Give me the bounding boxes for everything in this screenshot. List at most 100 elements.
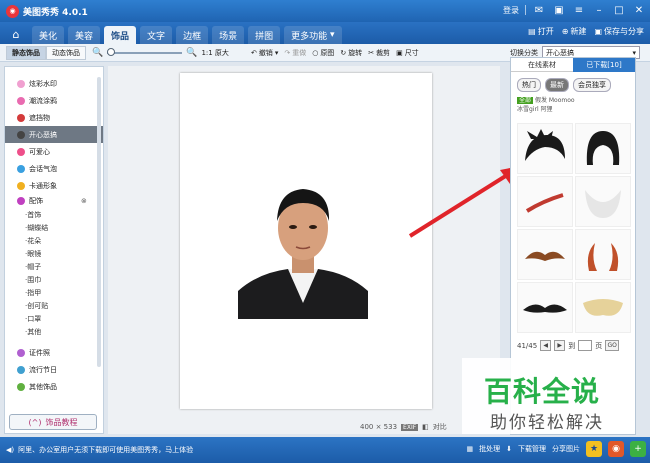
compare-label[interactable]: 对比 (433, 422, 447, 432)
collapse-icon[interactable]: ⊗ (81, 197, 87, 205)
sidebar-item-funny[interactable]: 开心恶搞 (5, 126, 103, 143)
sidebar-subitem[interactable]: · 蝴蝶结 (5, 221, 103, 234)
sidebar-item-other[interactable]: 其他饰品 (5, 378, 103, 395)
tab-collage[interactable]: 拼图 (248, 26, 281, 44)
pill-hot[interactable]: 热门 (517, 78, 541, 92)
sidebar-item-doodle[interactable]: 潮流涂鸦 (5, 92, 103, 109)
material-item[interactable] (575, 176, 631, 227)
size-button[interactable]: ▣ 尺寸 (396, 48, 419, 58)
menu-icon[interactable]: ≡ (572, 3, 586, 17)
next-page-button[interactable]: ▶ (554, 340, 566, 351)
sidebar-item-heart[interactable]: 可爱心 (5, 143, 103, 160)
open-button[interactable]: ▤ 打开 (528, 26, 554, 37)
sidebar-subitem[interactable]: · 创可贴 (5, 299, 103, 312)
save-share-button[interactable]: ▣ 保存与分享 (594, 26, 644, 37)
sidebar-subitem[interactable]: · 花朵 (5, 234, 103, 247)
sidebar-item-id-photo[interactable]: 证件照 (5, 344, 103, 361)
skin-icon[interactable]: ▣ (552, 3, 566, 17)
status-tip[interactable]: 阿里、办公室用户无须下载即可使用美图秀秀，马上体验 (18, 445, 193, 455)
main-nav: ⌂ 美化 美容 饰品 文字 边框 场景 拼图 更多功能 ▾ ▤ 打开 ⊕ 新建 ▣ 保… (0, 22, 650, 44)
material-item[interactable] (517, 229, 573, 280)
sidebar-subitem-label: 围巾 (27, 275, 42, 284)
weibo-icon[interactable]: ◉ (608, 441, 624, 457)
maximize-icon[interactable]: □ (612, 3, 626, 17)
zoom-knob[interactable] (107, 47, 116, 56)
close-icon[interactable]: ✕ (632, 3, 646, 17)
filter-ali[interactable]: 阿狸 (541, 106, 553, 113)
tab-accessories[interactable]: 饰品 (104, 26, 137, 44)
filter-moomoo[interactable]: Moomoo (549, 97, 575, 104)
title-bar: ◉ 美图秀秀 4.0.1 登录 ✉ ▣ ≡ – □ ✕ (0, 0, 650, 22)
login-link[interactable]: 登录 (503, 5, 519, 16)
home-icon[interactable]: ⌂ (4, 24, 28, 44)
material-item[interactable] (517, 282, 573, 333)
chevron-down-icon: ▾ (632, 48, 636, 57)
prev-page-button[interactable]: ◀ (540, 340, 552, 351)
share-button[interactable]: 分享图片 (552, 444, 580, 454)
sidebar-subitem[interactable]: · 首饰 (5, 208, 103, 221)
actual-size-button[interactable]: 1:1 原大 (201, 48, 229, 58)
star-icon[interactable]: ★ (586, 441, 602, 457)
undo-button[interactable]: ↶ 撤销 ▾ (251, 48, 278, 58)
pill-latest[interactable]: 最新 (545, 78, 569, 92)
original-button[interactable]: ○ 原图 (312, 48, 334, 58)
sidebar-item-cartoon[interactable]: 卡通形象 (5, 177, 103, 194)
material-item[interactable] (517, 176, 573, 227)
sidebar-subitem[interactable]: · 帽子 (5, 260, 103, 273)
filter-wig[interactable]: 假发 (535, 97, 547, 104)
image-canvas[interactable] (180, 73, 432, 409)
open-label: 打开 (537, 27, 554, 36)
subtab-dynamic[interactable]: 动态饰品 (46, 45, 86, 60)
filter-all[interactable]: 全部 (517, 97, 534, 104)
filter-snow-girl[interactable]: 冰雪girl (517, 106, 539, 113)
sidebar-label: 卡通形象 (29, 181, 57, 190)
redo-button[interactable]: ↷ 重做 (284, 48, 306, 58)
tutorial-icon: (^) (28, 417, 42, 427)
sidebar-item-festival[interactable]: 流行节日 (5, 361, 103, 378)
sidebar-subitem[interactable]: · 其他 (5, 325, 103, 338)
tab-online-materials[interactable]: 在线素材 (511, 58, 573, 72)
tutorial-button[interactable]: (^) 饰品教程 (9, 414, 97, 430)
sidebar-subitem[interactable]: · 指甲 (5, 286, 103, 299)
material-item[interactable] (575, 229, 631, 280)
go-button[interactable]: GO (605, 340, 620, 351)
batch-button[interactable]: 批处理 (479, 444, 500, 454)
page-input[interactable] (578, 340, 593, 351)
sidebar-item-bubble[interactable]: 会话气泡 (5, 160, 103, 177)
undo-dropdown-icon[interactable]: ▾ (275, 49, 279, 57)
subtab-static[interactable]: 静态饰品 (6, 45, 46, 60)
tab-frame[interactable]: 边框 (176, 26, 209, 44)
sidebar-label: 流行节日 (29, 365, 57, 374)
minimize-icon[interactable]: – (592, 3, 606, 17)
sidebar-group-accessory[interactable]: 配饰 ⊗ (5, 194, 103, 208)
new-button[interactable]: ⊕ 新建 (562, 26, 587, 37)
zoom-out-icon[interactable]: 🔍 (92, 48, 103, 58)
pill-vip[interactable]: 会员独享 (573, 78, 611, 92)
sidebar-item-mask[interactable]: 遮挡物 (5, 109, 103, 126)
crop-button[interactable]: ✂ 裁剪 (368, 48, 390, 58)
zoom-in-icon[interactable]: 🔍 (186, 48, 197, 58)
message-icon[interactable]: ✉ (532, 3, 546, 17)
sidebar-subitem[interactable]: · 口罩 (5, 312, 103, 325)
tab-beauty[interactable]: 美容 (68, 26, 101, 44)
material-item[interactable] (575, 123, 631, 174)
tab-beautify[interactable]: 美化 (32, 26, 65, 44)
tab-more[interactable]: 更多功能 ▾ (284, 26, 342, 44)
zoom-slider[interactable] (107, 47, 183, 56)
tab-downloaded[interactable]: 已下载[10] (573, 58, 635, 72)
tab-text[interactable]: 文字 (140, 26, 173, 44)
tab-more-label: 更多功能 (291, 31, 328, 42)
material-item[interactable] (575, 282, 631, 333)
add-icon[interactable]: + (630, 441, 646, 457)
sidebar-subitem[interactable]: · 眼镜 (5, 247, 103, 260)
sidebar-subitem[interactable]: · 围巾 (5, 273, 103, 286)
compare-icon[interactable]: ◧ (422, 423, 429, 431)
rotate-button[interactable]: ↻ 旋转 (340, 48, 362, 58)
material-item[interactable] (517, 123, 573, 174)
sidebar-item-watermark[interactable]: 炫彩水印 (5, 75, 103, 92)
tab-scene[interactable]: 场景 (212, 26, 245, 44)
sidebar-scrollbar[interactable] (97, 77, 101, 367)
app-logo-icon: ◉ (6, 4, 19, 18)
download-manager-button[interactable]: 下载管理 (518, 444, 546, 454)
exif-button[interactable]: EXIF (401, 423, 419, 431)
